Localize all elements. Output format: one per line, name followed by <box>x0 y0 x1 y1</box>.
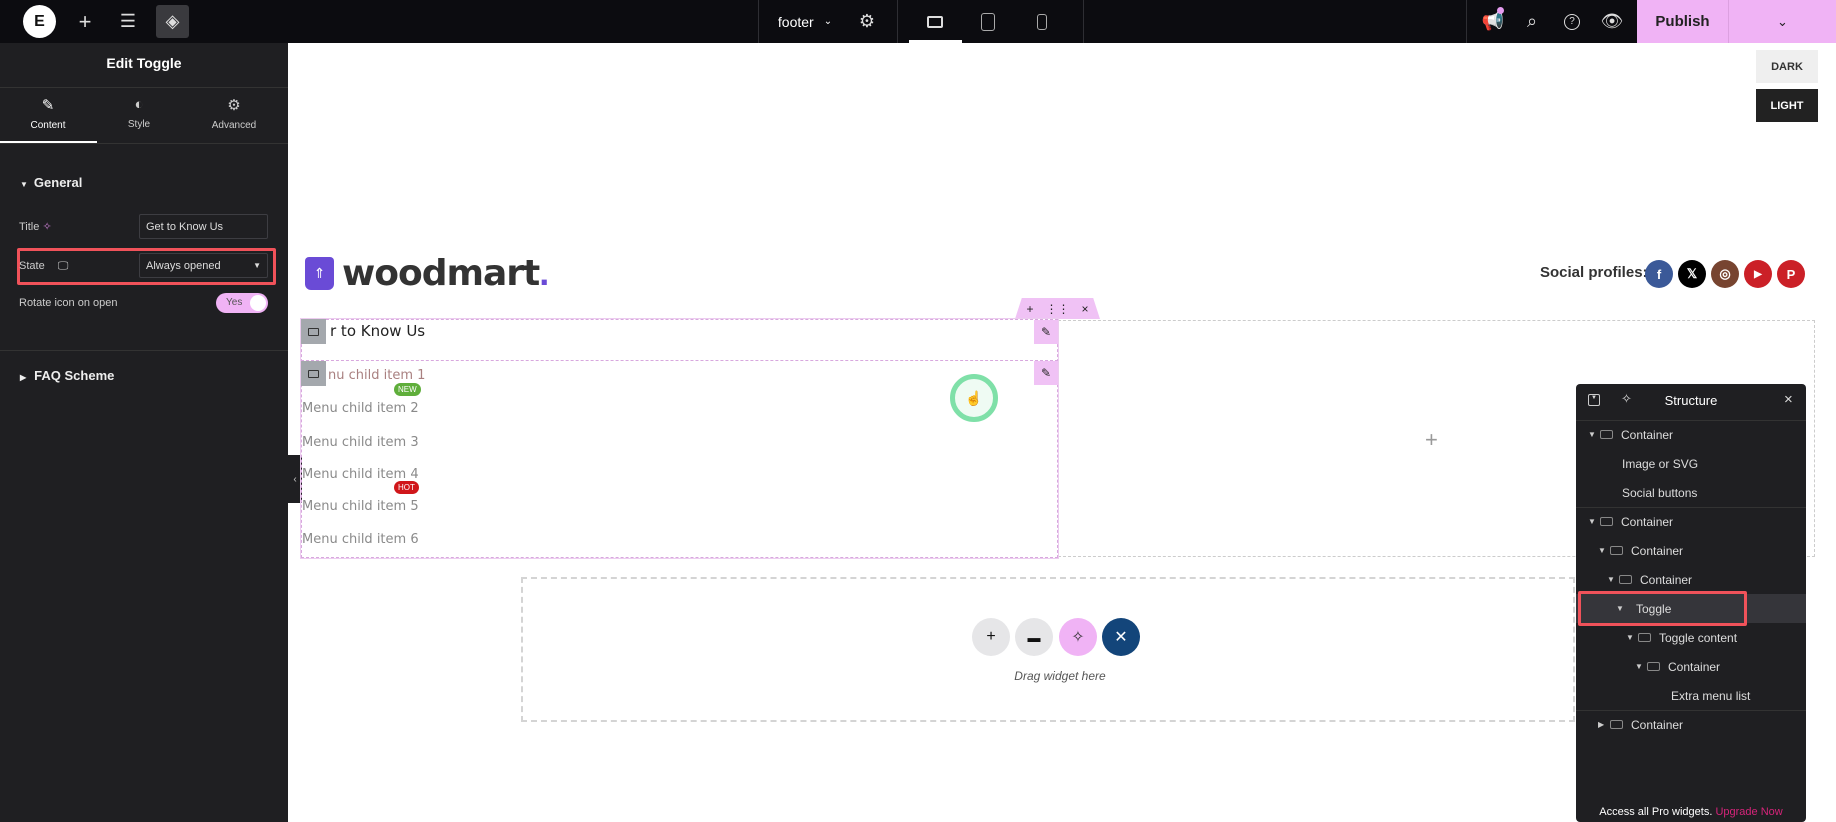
edit-panel: Edit Toggle ✎ Content ◐ Style ⚙ Advanced ▼ G… <box>0 43 288 822</box>
dark-button[interactable]: DARK <box>1756 50 1818 83</box>
mobile-view-icon[interactable] <box>1027 0 1057 43</box>
structure-row[interactable]: Social buttons <box>1576 478 1806 507</box>
page-settings-gear-icon[interactable]: ⚙ <box>852 0 882 43</box>
desktop-responsive-icon[interactable]: 🖵 <box>58 260 69 272</box>
announcements-megaphone-icon[interactable]: 📢 <box>1478 0 1508 43</box>
structure-row[interactable]: ▼ Container <box>1576 652 1806 681</box>
preview-eye-icon[interactable]: 👁 <box>1597 0 1627 43</box>
x-twitter-icon[interactable]: 𝕏 <box>1678 260 1706 288</box>
site-settings-icon[interactable]: ☰ <box>113 0 143 43</box>
tab-advanced[interactable]: ⚙ Advanced <box>186 88 282 143</box>
menu-item[interactable]: nu child item 1 <box>328 368 425 383</box>
woodmart-logo: ⇑ woodmart. <box>305 252 549 294</box>
menu-item[interactable]: Menu child item 5 <box>302 499 419 514</box>
close-icon[interactable]: × <box>1784 391 1793 408</box>
template-library-folder-icon[interactable]: ▬ <box>1015 618 1053 656</box>
drag-widget-hint: Drag widget here <box>1014 669 1106 683</box>
structure-row[interactable]: ▼ Container <box>1576 565 1806 594</box>
pencil-icon: ✎ <box>41 97 55 114</box>
notification-dot <box>1497 7 1504 14</box>
instagram-icon[interactable]: ◎ <box>1711 260 1739 288</box>
toggle-title: r to Know Us <box>330 322 426 340</box>
tab-content[interactable]: ✎ Content <box>0 88 96 143</box>
caret-down-icon: ▼ <box>20 180 28 189</box>
menu-item[interactable]: Menu child item 6 <box>302 532 419 547</box>
menu-item[interactable]: Menu child item 2 <box>302 401 419 416</box>
light-button[interactable]: LIGHT <box>1756 89 1818 122</box>
edit-pencil-icon[interactable]: ✎ <box>1034 361 1058 385</box>
half-circle-icon: ◐ <box>134 96 144 113</box>
publish-options-chevron-icon[interactable]: ⌄ <box>1728 0 1836 43</box>
search-icon[interactable]: ⌕ <box>1517 0 1547 43</box>
structure-row[interactable]: ▼ Toggle content <box>1576 623 1806 652</box>
state-label: State 🖵 <box>19 260 69 272</box>
youtube-icon[interactable]: ▶ <box>1744 260 1772 288</box>
section-general[interactable]: ▼ General <box>20 175 82 190</box>
active-device-underline <box>909 40 962 43</box>
pro-upsell: Access all Pro widgets. Upgrade Now <box>1599 806 1783 818</box>
cursor-click-indicator: ☝ <box>950 374 998 422</box>
caret-right-icon: ▶ <box>20 373 27 382</box>
drag-handle-icon[interactable]: ⋮⋮ <box>1046 302 1070 316</box>
tab-label: Style <box>127 119 151 130</box>
upgrade-now-link[interactable]: Upgrade Now <box>1715 806 1782 818</box>
edit-pencil-icon[interactable]: ✎ <box>1034 320 1058 344</box>
close-icon[interactable]: × <box>1082 302 1089 316</box>
title-input[interactable]: Get to Know Us <box>139 214 268 239</box>
structure-row[interactable]: ▼ Container <box>1576 507 1806 536</box>
toggle-row-highlight <box>1578 591 1747 626</box>
add-section-plus-icon[interactable]: + <box>972 618 1010 656</box>
tab-label: Advanced <box>211 120 257 131</box>
state-select[interactable]: Always opened ▼ <box>139 253 268 278</box>
title-label: Title ✧ <box>19 221 52 233</box>
new-badge: NEW <box>394 383 421 396</box>
widget-toolbar: + ⋮⋮ × <box>1015 298 1100 319</box>
section-label: General <box>33 175 83 190</box>
chevron-down-icon: ⌄ <box>823 16 833 27</box>
section-faq-scheme[interactable]: ▶ FAQ Scheme <box>20 368 114 383</box>
structure-row[interactable]: ▶ Container <box>1576 710 1806 739</box>
structure-row[interactable]: ▼ Container <box>1576 420 1806 449</box>
structure-title: Structure <box>1664 393 1718 408</box>
page-name: footer <box>777 13 814 30</box>
container-handle-icon[interactable] <box>301 319 326 344</box>
help-icon[interactable]: ? <box>1557 0 1587 43</box>
add-icon[interactable]: + <box>1026 302 1033 316</box>
ai-sparkle-icon[interactable]: ✧ <box>1059 618 1097 656</box>
menu-item[interactable]: Menu child item 4 <box>302 467 419 482</box>
structure-row[interactable]: Image or SVG <box>1576 449 1806 478</box>
add-element-icon[interactable]: + <box>70 0 100 43</box>
tab-style[interactable]: ◐ Style <box>91 88 187 143</box>
desktop-view-icon[interactable] <box>920 0 950 43</box>
panel-title: Edit Toggle <box>106 55 182 71</box>
shopping-bag-logo-icon: ⇑ <box>305 256 334 290</box>
top-bar: E + ☰ ◈ footer ⌄ ⚙ 📢 ⌕ ? 👁 Publish ⌄ <box>0 0 1836 43</box>
elementor-logo[interactable]: E <box>23 5 56 38</box>
rotate-icon-toggle[interactable]: Yes <box>216 293 268 313</box>
rotate-icon-label: Rotate icon on open <box>19 297 118 309</box>
structure-row[interactable]: ▼ Container <box>1576 536 1806 565</box>
toggle-value: Yes <box>226 297 243 308</box>
kit-library-icon[interactable]: ✕ <box>1102 618 1140 656</box>
structure-layers-icon[interactable]: ◈ <box>156 5 189 38</box>
menu-item[interactable]: Menu child item 3 <box>302 435 419 450</box>
state-value: Always opened <box>146 259 221 272</box>
section-label: FAQ Scheme <box>34 368 115 383</box>
container-handle-icon[interactable] <box>301 361 326 386</box>
pinterest-icon[interactable]: P <box>1777 260 1805 288</box>
structure-row[interactable]: Extra menu list <box>1576 681 1806 710</box>
structure-panel: ▼ ✧ Structure × ▼ Container Image or SVG … <box>1576 384 1806 822</box>
facebook-icon[interactable]: f <box>1645 260 1673 288</box>
dropdown-caret-icon: ▼ <box>253 261 261 270</box>
ai-sparkle-icon[interactable]: ✧ <box>42 221 51 233</box>
add-element-plus-icon[interactable]: + <box>1425 427 1438 453</box>
gear-icon: ⚙ <box>227 97 241 114</box>
page-name-dropdown[interactable]: footer ⌄ <box>770 0 840 43</box>
tablet-view-icon[interactable] <box>973 0 1003 43</box>
collapse-panel-handle[interactable]: ‹ <box>288 455 302 503</box>
social-profiles-label: Social profiles: <box>1540 264 1648 281</box>
publish-button[interactable]: Publish <box>1637 0 1728 43</box>
hot-badge: HOT <box>394 481 419 494</box>
tab-label: Content <box>30 120 66 131</box>
